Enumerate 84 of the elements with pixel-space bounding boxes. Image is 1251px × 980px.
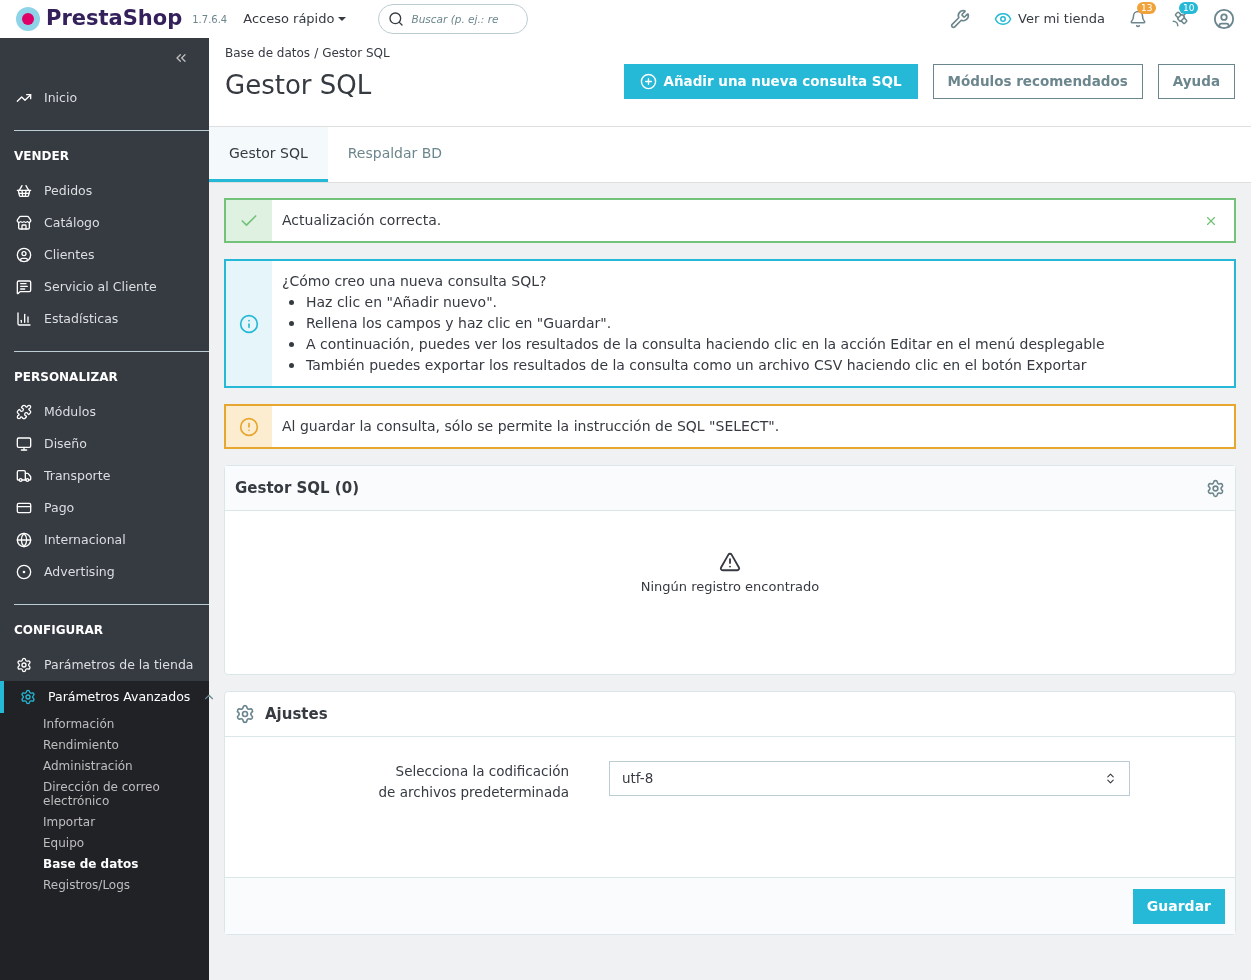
submenu-item[interactable]: Rendimiento [0, 734, 209, 755]
alert-bullet: Rellena los campos y haz clic en "Guardar". [306, 314, 612, 333]
sidebar-item[interactable]: Pago [0, 492, 209, 524]
basket-icon [16, 183, 32, 199]
version-label: 1.7.6.4 [192, 12, 228, 27]
store-icon [16, 215, 32, 231]
submenu-item[interactable]: Dirección de correo electrónico [0, 776, 209, 811]
alert-bullet: A continuación, puedes ver los resultados de la consulta haciendo clic en la acción Editar en el menú desplegable [306, 335, 1105, 354]
sidebar-item[interactable]: Estadísticas [0, 303, 209, 335]
globe-icon [16, 532, 32, 548]
sidebar-item[interactable]: Servicio al Cliente [0, 271, 209, 303]
chat-icon [16, 279, 32, 295]
empty-message: Ningún registro encontrado [640, 578, 820, 596]
sort-caret-icon [1104, 772, 1117, 785]
panel-title: Ajustes [265, 703, 328, 725]
section-heading: VENDER [13, 148, 70, 165]
tab[interactable]: Gestor SQL [209, 127, 328, 182]
satellite-icon[interactable] [1171, 10, 1189, 28]
eye-icon [994, 10, 1013, 28]
sidebar-item[interactable]: Transporte [0, 460, 209, 492]
submenu-item[interactable]: Equipo [0, 832, 209, 853]
alert-text: Al guardar la consulta, sólo se permite la instrucción de SQL "SELECT". [282, 417, 781, 436]
submenu-item[interactable]: Registros/Logs [0, 874, 209, 895]
submenu-item[interactable]: Base de datos [0, 853, 209, 874]
sidebar-item[interactable]: Clientes [0, 239, 209, 271]
sidebar-item[interactable]: Módulos [0, 396, 209, 428]
logo-icon [16, 7, 40, 31]
sidebar-item[interactable]: Inicio [0, 82, 209, 114]
target-icon [16, 564, 32, 580]
user-icon [16, 247, 32, 263]
caret-icon [338, 17, 347, 21]
tab[interactable]: Respaldar BD [327, 127, 463, 182]
alert-bullet: También puedes exportar los resultados de la consulta como un archivo CSV haciendo clic en el botón Exportar [306, 356, 1087, 375]
card-icon [16, 500, 32, 516]
encoding-select[interactable]: utf-8 [609, 761, 1130, 796]
truck-icon [16, 468, 32, 484]
account-icon[interactable] [1213, 8, 1235, 30]
submenu-item[interactable]: Información [0, 713, 209, 734]
sidebar-item[interactable]: Catálogo [0, 207, 209, 239]
sidebar-item[interactable]: Parámetros de la tienda [0, 649, 209, 681]
submenu-item[interactable]: Administración [0, 755, 209, 776]
bullet-icon [289, 321, 294, 326]
sidebar-item[interactable]: Advertising [0, 556, 209, 588]
gear-icon [235, 704, 255, 724]
sidebar-item[interactable]: Parámetros Avanzados [0, 681, 209, 713]
plus-icon [640, 73, 658, 90]
toolbar-button[interactable]: Ayuda [1157, 64, 1235, 99]
gear-icon [16, 657, 32, 673]
notification-badge: 13 [1137, 2, 1157, 14]
sidebar-item[interactable]: Diseño [0, 428, 209, 460]
alert-title: ¿Cómo creo una nueva consulta SQL? [282, 272, 548, 291]
panel-title: Gestor SQL (0) [235, 477, 359, 499]
breadcrumb-separator: / [314, 45, 319, 62]
submenu-item[interactable]: Importar [0, 811, 209, 832]
puzzle-icon [16, 404, 32, 420]
section-heading: CONFIGURAR [13, 622, 105, 639]
search-icon [388, 11, 405, 27]
sidebar-item[interactable]: Pedidos [0, 175, 209, 207]
bullet-icon [289, 300, 294, 305]
gear-icon [20, 689, 36, 705]
wrench-icon[interactable] [950, 9, 971, 29]
sidebar-item[interactable]: Internacional [0, 524, 209, 556]
breadcrumb-item[interactable]: Base de datos [225, 44, 311, 62]
bullet-icon [289, 342, 294, 347]
bell-icon[interactable] [1129, 10, 1147, 28]
monitor-icon [16, 436, 32, 452]
view-store-link[interactable]: Ver mi tienda [994, 9, 1105, 29]
brand-name[interactable]: PrestaShop [46, 3, 183, 35]
bullet-icon [289, 363, 294, 368]
alert-bullet: Haz clic en "Añadir nuevo". [306, 293, 498, 312]
info-icon [239, 313, 259, 334]
field-label: Selecciona la codificación de archivos predeterminada [377, 762, 569, 802]
quick-access-dropdown[interactable]: Acceso rápido [243, 9, 347, 29]
page-title: Gestor SQL [225, 69, 372, 102]
toolbar-button[interactable]: Módulos recomendados [932, 64, 1143, 99]
alert-icon [239, 416, 259, 437]
notification-badge: 10 [1179, 2, 1199, 14]
alert-text: Actualización correcta. [282, 211, 443, 230]
chart-icon [16, 311, 32, 327]
section-heading: PERSONALIZAR [13, 369, 119, 386]
settings-icon[interactable] [1206, 478, 1225, 498]
warning-icon [719, 551, 741, 573]
search-field[interactable]: Buscar (p. ej.: re [378, 4, 529, 34]
breadcrumb-item: Gestor SQL [322, 45, 390, 62]
